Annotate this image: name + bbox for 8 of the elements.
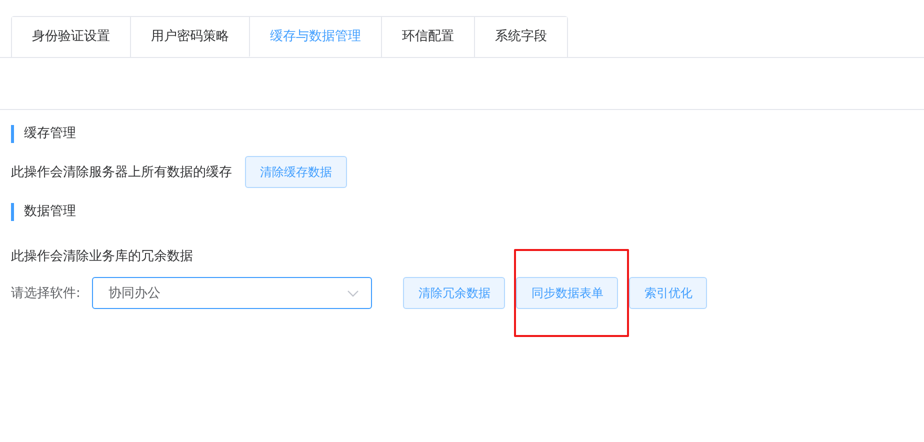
select-label: 请选择软件: [11,285,80,302]
section-title: 缓存管理 [11,125,76,143]
chevron-down-icon [347,290,360,296]
description-text: 此操作会清除服务器上所有数据的缓存 [11,164,232,181]
section-title: 数据管理 [11,203,76,221]
description-text: 此操作会清除业务库的冗余数据 [11,248,193,265]
software-select[interactable]: 协同办公 [92,277,372,309]
settings-tab[interactable]: 系统字段 [474,17,567,57]
